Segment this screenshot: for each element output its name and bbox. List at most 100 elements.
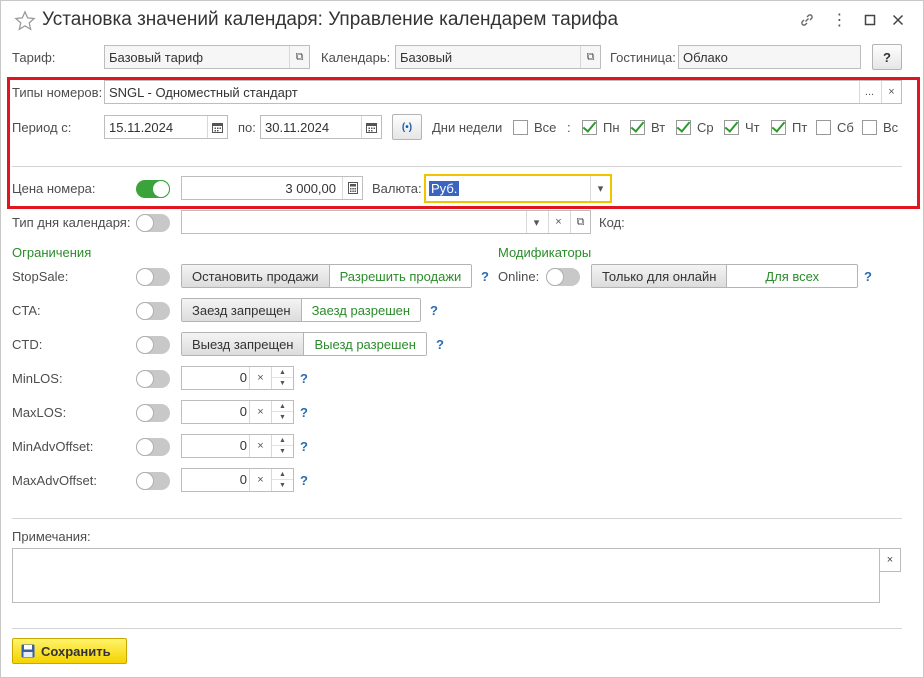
code-label: Код: [599, 215, 625, 230]
clear-icon[interactable]: × [249, 367, 271, 389]
calendar-field[interactable]: Базовый ⧉ [395, 45, 601, 69]
weekday-checkbox[interactable] [582, 120, 597, 135]
cta-label: CTA: [12, 303, 41, 318]
stepper[interactable]: ▲ ▼ [271, 401, 293, 423]
numeric-input[interactable]: 0 × ▲ ▼ [181, 400, 294, 424]
numeric-value: 0 [239, 438, 247, 453]
open-icon[interactable]: ⧉ [570, 211, 590, 233]
weekday-checkbox[interactable] [816, 120, 831, 135]
chevron-down-icon[interactable]: ▼ [272, 412, 293, 423]
ctd-toggle[interactable] [136, 336, 170, 354]
cta-toggle[interactable] [136, 302, 170, 320]
cta-help[interactable]: ? [430, 303, 438, 318]
chevron-up-icon[interactable]: ▲ [272, 367, 293, 378]
more-icon[interactable]: ⋮ [830, 10, 850, 30]
numeric-help[interactable]: ? [300, 473, 308, 488]
numeric-toggle[interactable] [136, 370, 170, 388]
calculator-icon[interactable] [342, 177, 362, 199]
departure-allowed-button[interactable]: Выезд разрешен [304, 333, 426, 355]
floppy-icon [21, 644, 35, 658]
price-field[interactable]: 3 000,00 [181, 176, 363, 200]
stopsale-help[interactable]: ? [481, 269, 489, 284]
allow-sales-button[interactable]: Разрешить продажи [329, 265, 472, 287]
stopsale-toggle[interactable] [136, 268, 170, 286]
numeric-input[interactable]: 0 × ▲ ▼ [181, 468, 294, 492]
online-only-button[interactable]: Только для онлайн [592, 265, 728, 287]
chevron-down-icon[interactable]: ▼ [272, 378, 293, 389]
weekday-checkbox[interactable] [630, 120, 645, 135]
stopsale-label: StopSale: [12, 269, 69, 284]
weekday-checkbox[interactable] [724, 120, 739, 135]
chevron-down-icon[interactable]: ▾ [590, 176, 610, 201]
clear-icon[interactable]: × [249, 435, 271, 457]
numeric-toggle[interactable] [136, 404, 170, 422]
open-icon[interactable]: ⧉ [289, 46, 309, 68]
save-button[interactable]: Сохранить [12, 638, 127, 664]
tariff-field[interactable]: Базовый тариф ⧉ [104, 45, 310, 69]
period-to-label: по: [238, 120, 256, 135]
stepper[interactable]: ▲ ▼ [271, 367, 293, 389]
currency-select[interactable]: Руб. ▾ [424, 174, 612, 203]
day-type-field[interactable]: ▾ × ⧉ [181, 210, 591, 234]
link-icon[interactable] [797, 10, 817, 30]
weekday-all-checkbox[interactable] [513, 120, 528, 135]
chevron-down-icon[interactable]: ▼ [272, 446, 293, 457]
clear-icon[interactable]: × [249, 469, 271, 491]
chevron-up-icon[interactable]: ▲ [272, 401, 293, 412]
help-button[interactable]: ? [872, 44, 902, 70]
period-from-label: Период с: [12, 120, 72, 135]
cta-segmented: Заезд запрещен Заезд разрешен [181, 298, 422, 322]
period-from-field[interactable]: 15.11.2024 [104, 115, 228, 139]
maximize-icon[interactable] [860, 10, 880, 30]
price-value: 3 000,00 [285, 180, 336, 196]
weekday-label: Вс [883, 120, 899, 135]
room-types-value: SNGL - Одноместный стандарт [109, 84, 298, 100]
stepper[interactable]: ▲ ▼ [271, 469, 293, 491]
chevron-down-icon[interactable]: ▾ [526, 211, 546, 233]
clear-icon[interactable]: × [249, 401, 271, 423]
period-to-field[interactable]: 30.11.2024 [260, 115, 382, 139]
close-icon[interactable] [888, 10, 908, 30]
weekday-checkbox[interactable] [771, 120, 786, 135]
weekday-checkbox[interactable] [676, 120, 691, 135]
ctd-help[interactable]: ? [436, 337, 444, 352]
stopsale-segmented: Остановить продажи Разрешить продажи [181, 264, 473, 288]
numeric-help[interactable]: ? [300, 439, 308, 454]
clear-icon[interactable]: × [881, 81, 901, 103]
room-types-field[interactable]: SNGL - Одноместный стандарт ... × [104, 80, 902, 104]
numeric-label: MinLOS: [12, 371, 63, 386]
more-button[interactable]: ... [859, 81, 879, 103]
weekday-checkbox[interactable] [862, 120, 877, 135]
arrival-allowed-button[interactable]: Заезд разрешен [301, 299, 421, 321]
price-toggle[interactable] [136, 180, 170, 198]
numeric-input[interactable]: 0 × ▲ ▼ [181, 434, 294, 458]
numeric-toggle[interactable] [136, 472, 170, 490]
online-toggle[interactable] [546, 268, 580, 286]
calendar-icon[interactable] [207, 116, 227, 138]
price-label: Цена номера: [12, 181, 96, 196]
chevron-up-icon[interactable]: ▲ [272, 435, 293, 446]
numeric-toggle[interactable] [136, 438, 170, 456]
star-icon[interactable] [14, 10, 36, 32]
hotel-field[interactable]: Облако [678, 45, 861, 69]
calendar-icon[interactable] [361, 116, 381, 138]
numeric-input[interactable]: 0 × ▲ ▼ [181, 366, 294, 390]
open-icon[interactable]: ⧉ [580, 46, 600, 68]
stepper[interactable]: ▲ ▼ [271, 435, 293, 457]
numeric-help[interactable]: ? [300, 371, 308, 386]
departure-forbidden-button[interactable]: Выезд запрещен [182, 333, 305, 355]
period-from-value: 15.11.2024 [109, 119, 174, 135]
for-all-button[interactable]: Для всех [727, 265, 857, 287]
hotel-label: Гостиница: [610, 50, 676, 65]
numeric-help[interactable]: ? [300, 405, 308, 420]
notes-clear-icon[interactable]: × [879, 548, 901, 572]
stop-sales-button[interactable]: Остановить продажи [182, 265, 330, 287]
day-type-toggle[interactable] [136, 214, 170, 232]
notes-textarea[interactable] [12, 548, 880, 603]
arrival-forbidden-button[interactable]: Заезд запрещен [182, 299, 302, 321]
chevron-down-icon[interactable]: ▼ [272, 480, 293, 491]
clear-icon[interactable]: × [548, 211, 568, 233]
online-help[interactable]: ? [864, 269, 872, 284]
chevron-up-icon[interactable]: ▲ [272, 469, 293, 480]
period-select-button[interactable]: (•) [392, 114, 422, 140]
